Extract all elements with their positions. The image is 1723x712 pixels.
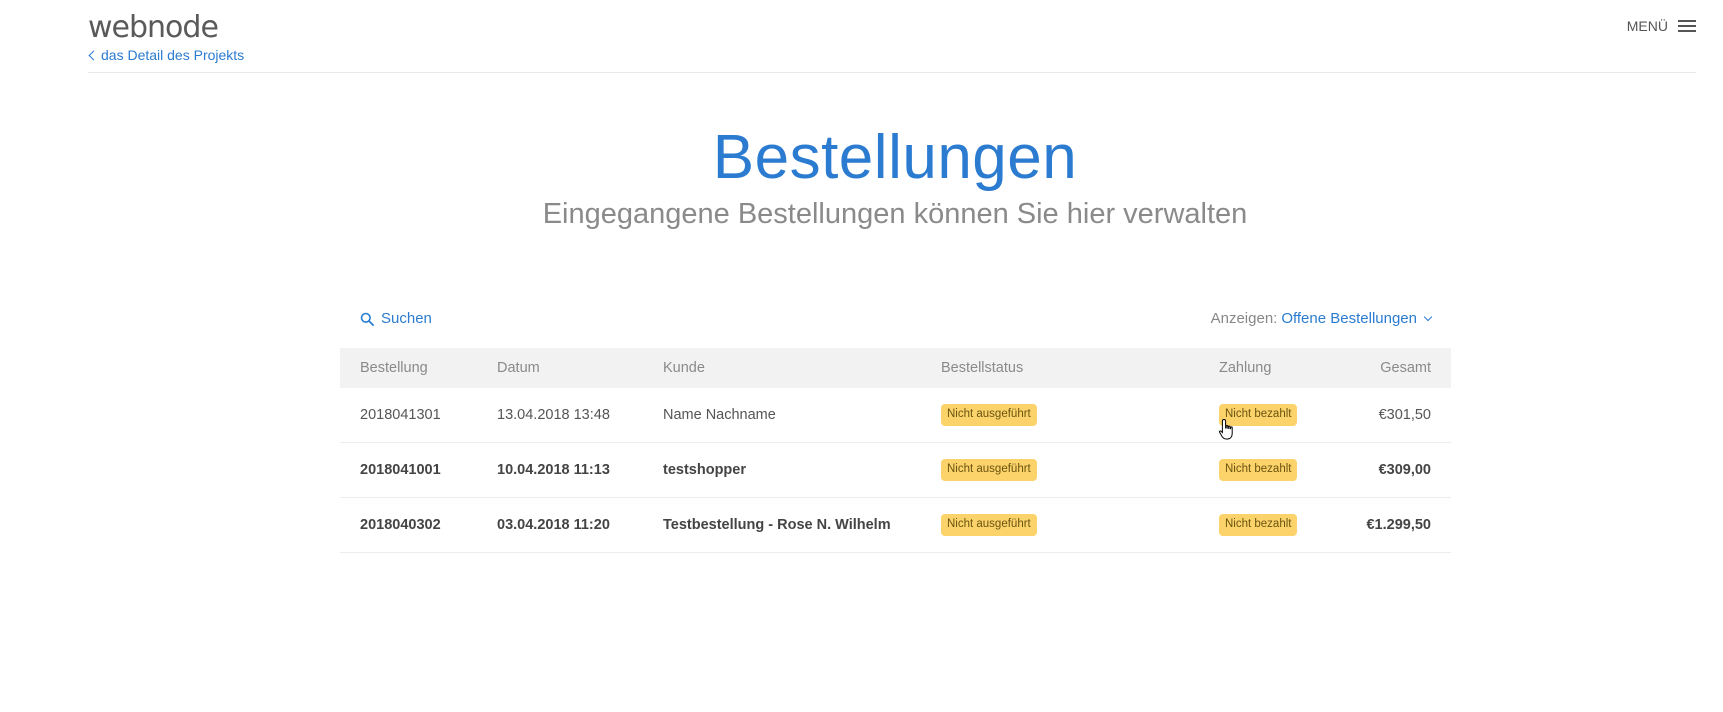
order-total: €1.299,50: [1349, 497, 1451, 553]
back-to-project-link[interactable]: das Detail des Projekts: [88, 47, 244, 63]
order-total: €309,00: [1349, 442, 1451, 498]
table-row[interactable]: 2018041001 10.04.2018 11:13 testshopper …: [340, 442, 1451, 498]
hamburger-icon: [1678, 20, 1696, 32]
order-filter: Anzeigen: Offene Bestellungen: [1210, 310, 1433, 327]
chevron-left-icon: [88, 50, 99, 60]
filter-value: Offene Bestellungen: [1281, 310, 1417, 327]
orders-table: Bestellung Datum Kunde Bestellstatus Zah…: [340, 348, 1451, 553]
order-customer: testshopper: [663, 442, 941, 498]
search-icon: [360, 312, 374, 326]
column-header-date[interactable]: Datum: [497, 348, 663, 388]
column-header-status[interactable]: Bestellstatus: [941, 348, 1219, 388]
status-cell: Nicht ausgeführt: [941, 442, 1219, 498]
order-date: 13.04.2018 13:48: [497, 388, 663, 443]
column-header-payment[interactable]: Zahlung: [1219, 348, 1349, 388]
search-button[interactable]: Suchen: [360, 310, 432, 327]
order-customer: Testbestellung - Rose N. Wilhelm: [663, 497, 941, 553]
payment-badge: Nicht bezahlt: [1219, 514, 1298, 536]
column-header-total[interactable]: Gesamt: [1349, 348, 1451, 388]
status-badge: Nicht ausgeführt: [941, 459, 1037, 481]
order-date: 03.04.2018 11:20: [497, 497, 663, 553]
table-row[interactable]: 2018041301 13.04.2018 13:48 Name Nachnam…: [340, 388, 1451, 443]
menu-label: MENÜ: [1626, 18, 1668, 34]
filter-dropdown[interactable]: Offene Bestellungen: [1281, 310, 1433, 327]
order-number: 2018041001: [340, 442, 497, 498]
order-total: €301,50: [1349, 388, 1451, 443]
menu-button[interactable]: MENÜ: [1627, 18, 1696, 34]
top-header: webnode das Detail des Projekts MENÜ: [88, 0, 1696, 73]
search-label: Suchen: [381, 310, 432, 327]
filter-label: Anzeigen:: [1210, 310, 1278, 327]
back-link-label: das Detail des Projekts: [101, 47, 245, 63]
order-number: 2018040302: [340, 497, 497, 553]
order-customer: Name Nachname: [663, 388, 941, 443]
order-date: 10.04.2018 11:13: [497, 442, 663, 498]
webnode-logo[interactable]: webnode: [88, 10, 219, 45]
page-title: Bestellungen: [712, 123, 1078, 192]
table-row[interactable]: 2018040302 03.04.2018 11:20 Testbestellu…: [340, 497, 1451, 553]
payment-cell: Nicht bezahlt: [1219, 497, 1349, 553]
chevron-down-icon: [1423, 312, 1433, 321]
status-badge: Nicht ausgeführt: [941, 514, 1037, 536]
column-header-customer[interactable]: Kunde: [663, 348, 941, 388]
column-header-order[interactable]: Bestellung: [340, 348, 497, 388]
page-subtitle: Eingegangene Bestellungen können Sie hie…: [542, 198, 1248, 230]
status-badge: Nicht ausgeführt: [941, 404, 1037, 426]
table-header-row: Bestellung Datum Kunde Bestellstatus Zah…: [340, 348, 1451, 388]
payment-cell: Nicht bezahlt: [1219, 442, 1349, 498]
status-cell: Nicht ausgeführt: [941, 388, 1219, 443]
hand-pointer-icon: [1218, 418, 1233, 440]
payment-cell: Nicht bezahlt: [1219, 388, 1349, 443]
order-number: 2018041301: [340, 388, 497, 443]
orders-toolbar: Suchen Anzeigen: Offene Bestellungen: [340, 310, 1451, 336]
payment-badge: Nicht bezahlt: [1219, 459, 1298, 481]
status-cell: Nicht ausgeführt: [941, 497, 1219, 553]
